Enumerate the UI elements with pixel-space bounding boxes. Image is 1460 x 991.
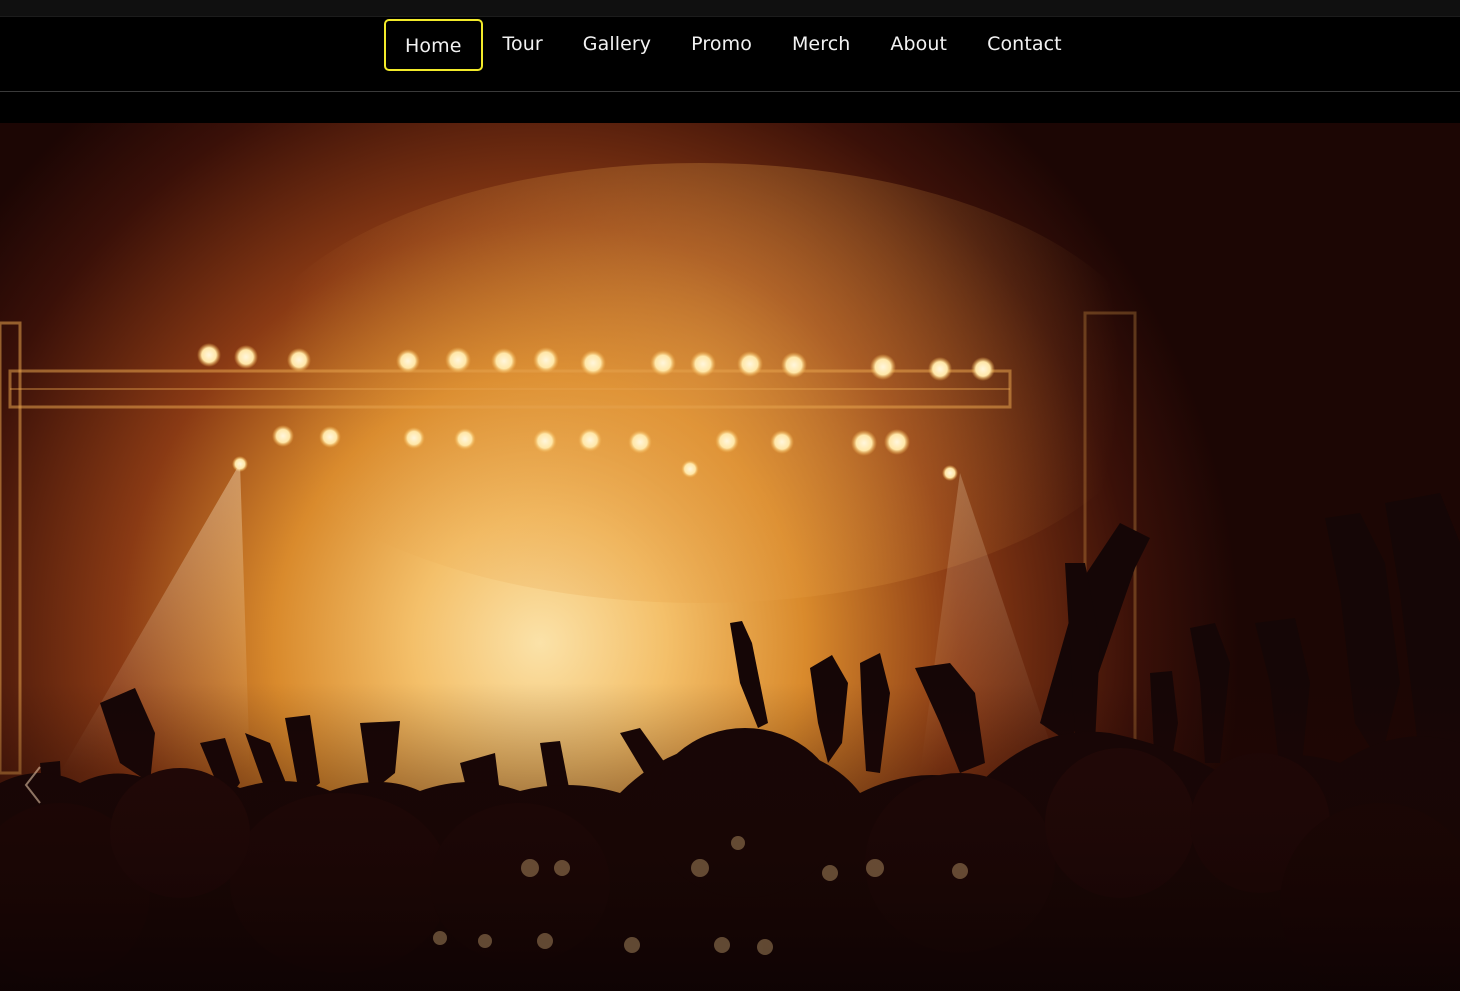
top-bar <box>0 0 1460 17</box>
carousel-prev-button[interactable] <box>18 763 48 807</box>
nav-item-about[interactable]: About <box>870 19 967 71</box>
nav-spacer <box>0 92 1460 123</box>
hero-carousel <box>0 123 1460 991</box>
nav-list: Home Tour Gallery Promo Merch About Cont… <box>384 19 1082 71</box>
nav-item-home[interactable]: Home <box>384 19 483 71</box>
concert-hero-image <box>0 123 1460 991</box>
nav-item-tour[interactable]: Tour <box>483 19 563 71</box>
chevron-left-icon <box>24 766 41 804</box>
nav-item-gallery[interactable]: Gallery <box>563 19 671 71</box>
page: Home Tour Gallery Promo Merch About Cont… <box>0 0 1460 991</box>
nav-item-contact[interactable]: Contact <box>967 19 1082 71</box>
nav-item-merch[interactable]: Merch <box>772 19 870 71</box>
main-navbar: Home Tour Gallery Promo Merch About Cont… <box>0 17 1460 92</box>
nav-item-promo[interactable]: Promo <box>671 19 772 71</box>
crowd-shadow <box>0 683 1460 991</box>
smoke-cloud <box>240 163 1160 603</box>
